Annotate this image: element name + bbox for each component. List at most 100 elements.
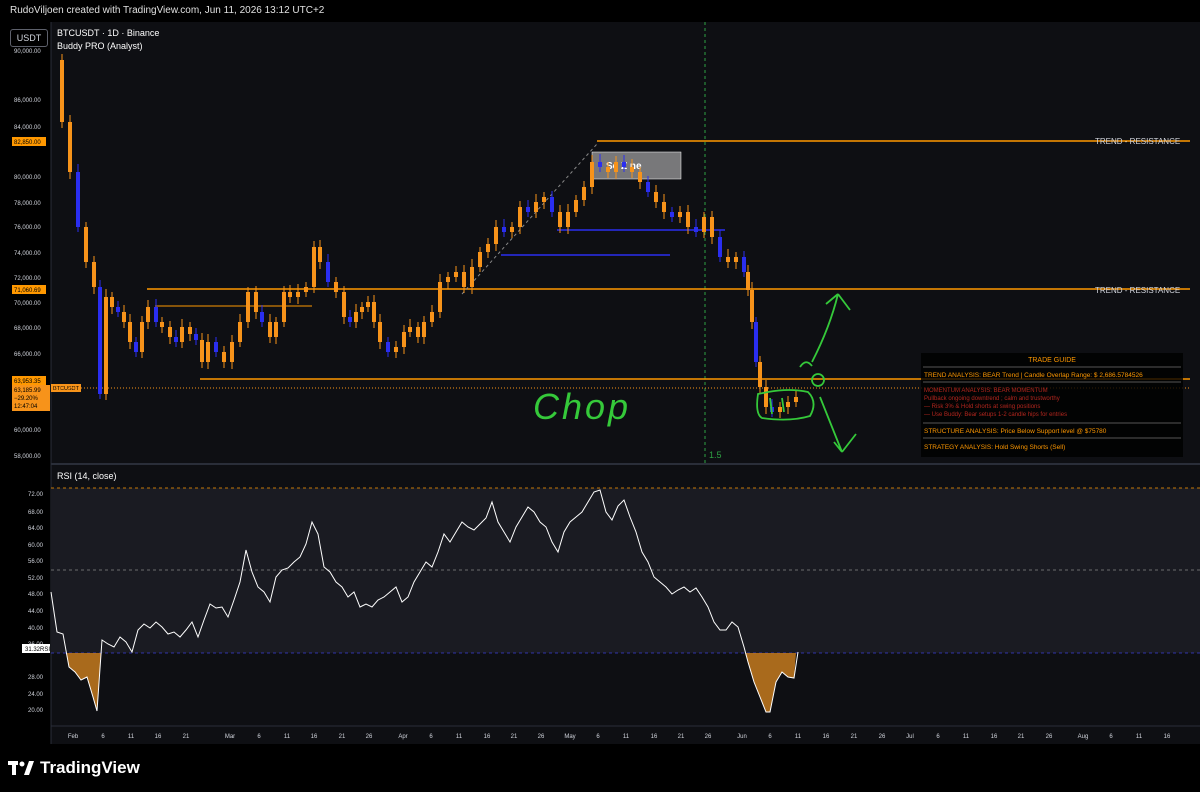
candle-body[interactable] bbox=[188, 327, 192, 334]
candle-body[interactable] bbox=[238, 322, 242, 342]
candle-body[interactable] bbox=[778, 407, 782, 412]
candle-body[interactable] bbox=[526, 207, 530, 212]
circle-drawing[interactable] bbox=[811, 373, 825, 387]
candle-body[interactable] bbox=[438, 282, 442, 312]
down-arrow-drawing[interactable] bbox=[819, 396, 857, 453]
candle-body[interactable] bbox=[638, 172, 642, 182]
candle-body[interactable] bbox=[168, 327, 172, 337]
candle-body[interactable] bbox=[372, 302, 376, 322]
candle-body[interactable] bbox=[786, 402, 790, 407]
candle-body[interactable] bbox=[274, 322, 278, 337]
candle-body[interactable] bbox=[326, 262, 330, 282]
candle-body[interactable] bbox=[200, 340, 204, 362]
candle-body[interactable] bbox=[742, 257, 746, 272]
candle-body[interactable] bbox=[694, 227, 698, 232]
candle-body[interactable] bbox=[98, 287, 102, 394]
candle-body[interactable] bbox=[550, 197, 554, 212]
candle-body[interactable] bbox=[582, 187, 586, 200]
candle-body[interactable] bbox=[174, 337, 178, 342]
symbol-legend[interactable]: BTCUSDT · 1D · Binance bbox=[57, 28, 159, 38]
candle-body[interactable] bbox=[726, 257, 730, 262]
rsi-pane[interactable] bbox=[50, 487, 1200, 713]
candle-body[interactable] bbox=[662, 202, 666, 212]
candle-body[interactable] bbox=[422, 322, 426, 337]
candle-body[interactable] bbox=[606, 167, 610, 172]
candle-body[interactable] bbox=[60, 60, 64, 122]
candle-body[interactable] bbox=[558, 212, 562, 227]
candle-body[interactable] bbox=[214, 342, 218, 352]
chart-canvas[interactable]: BTCUSDT · 1D · Binance Buddy PRO (Analys… bbox=[0, 22, 1200, 744]
candle-body[interactable] bbox=[702, 217, 706, 232]
candle-body[interactable] bbox=[354, 312, 358, 322]
candle-body[interactable] bbox=[754, 322, 758, 362]
up-arrow-drawing[interactable] bbox=[811, 293, 851, 363]
candle-body[interactable] bbox=[462, 272, 466, 287]
candle-body[interactable] bbox=[746, 272, 750, 290]
candle-body[interactable] bbox=[416, 327, 420, 337]
candle-body[interactable] bbox=[230, 342, 234, 362]
chop-annotation[interactable]: Chop bbox=[533, 386, 631, 427]
candle-body[interactable] bbox=[282, 292, 286, 322]
candle-body[interactable] bbox=[260, 312, 264, 322]
candle-body[interactable] bbox=[518, 207, 522, 227]
candle-body[interactable] bbox=[478, 252, 482, 267]
candle-body[interactable] bbox=[430, 312, 434, 322]
candle-body[interactable] bbox=[750, 290, 754, 322]
candle-body[interactable] bbox=[454, 272, 458, 277]
candle-body[interactable] bbox=[678, 212, 682, 217]
candle-body[interactable] bbox=[486, 244, 490, 252]
candle-body[interactable] bbox=[402, 332, 406, 347]
candle-body[interactable] bbox=[304, 287, 308, 292]
candle-body[interactable] bbox=[408, 327, 412, 332]
candle-body[interactable] bbox=[360, 307, 364, 312]
trendline[interactable] bbox=[461, 143, 598, 295]
candle-body[interactable] bbox=[110, 297, 114, 307]
candle-body[interactable] bbox=[312, 247, 316, 287]
candle-body[interactable] bbox=[794, 397, 798, 402]
candle-body[interactable] bbox=[502, 227, 506, 232]
candle-body[interactable] bbox=[386, 342, 390, 352]
candle-body[interactable] bbox=[470, 267, 474, 287]
candle-body[interactable] bbox=[646, 182, 650, 192]
candle-body[interactable] bbox=[394, 347, 398, 352]
candle-body[interactable] bbox=[254, 292, 258, 312]
candle-body[interactable] bbox=[334, 282, 338, 292]
candle-body[interactable] bbox=[670, 212, 674, 217]
candle-body[interactable] bbox=[446, 277, 450, 282]
candle-body[interactable] bbox=[654, 192, 658, 202]
candle-body[interactable] bbox=[116, 307, 120, 312]
candle-body[interactable] bbox=[494, 227, 498, 244]
candle-body[interactable] bbox=[574, 200, 578, 212]
candle-body[interactable] bbox=[510, 227, 514, 232]
candle-body[interactable] bbox=[614, 162, 618, 172]
candle-body[interactable] bbox=[92, 262, 96, 287]
candle-body[interactable] bbox=[366, 302, 370, 307]
candle-body[interactable] bbox=[566, 212, 570, 227]
candle-body[interactable] bbox=[146, 307, 150, 322]
candle-body[interactable] bbox=[686, 212, 690, 227]
candle-body[interactable] bbox=[246, 292, 250, 322]
candle-body[interactable] bbox=[348, 317, 352, 322]
candle-body[interactable] bbox=[84, 227, 88, 262]
candle-body[interactable] bbox=[134, 342, 138, 352]
candle-body[interactable] bbox=[630, 167, 634, 172]
indicator-legend[interactable]: Buddy PRO (Analyst) bbox=[57, 41, 143, 51]
candle-body[interactable] bbox=[378, 322, 382, 342]
candle-body[interactable] bbox=[590, 162, 594, 187]
candle-body[interactable] bbox=[764, 387, 768, 407]
tradingview-logo[interactable]: TradingView bbox=[8, 758, 140, 778]
candle-body[interactable] bbox=[194, 334, 198, 340]
candle-body[interactable] bbox=[758, 362, 762, 387]
candle-body[interactable] bbox=[140, 322, 144, 352]
candle-body[interactable] bbox=[222, 352, 226, 362]
candle-body[interactable] bbox=[128, 322, 132, 342]
candle-body[interactable] bbox=[206, 342, 210, 362]
rsi-legend[interactable]: RSI (14, close) bbox=[57, 471, 117, 481]
candle-body[interactable] bbox=[542, 197, 546, 202]
candle-body[interactable] bbox=[268, 322, 272, 337]
candle-body[interactable] bbox=[154, 307, 158, 322]
chart-area[interactable]: USDT BTCUSDT · 1D · Binance Buddy PRO (A… bbox=[0, 22, 1200, 744]
candle-body[interactable] bbox=[180, 327, 184, 342]
candle-body[interactable] bbox=[622, 162, 626, 167]
time-axis[interactable]: Feb 6 11 16 21 Mar 6 11 16 21 26 Apr 6 11 16 21 26 May 6 11… bbox=[68, 734, 1171, 740]
